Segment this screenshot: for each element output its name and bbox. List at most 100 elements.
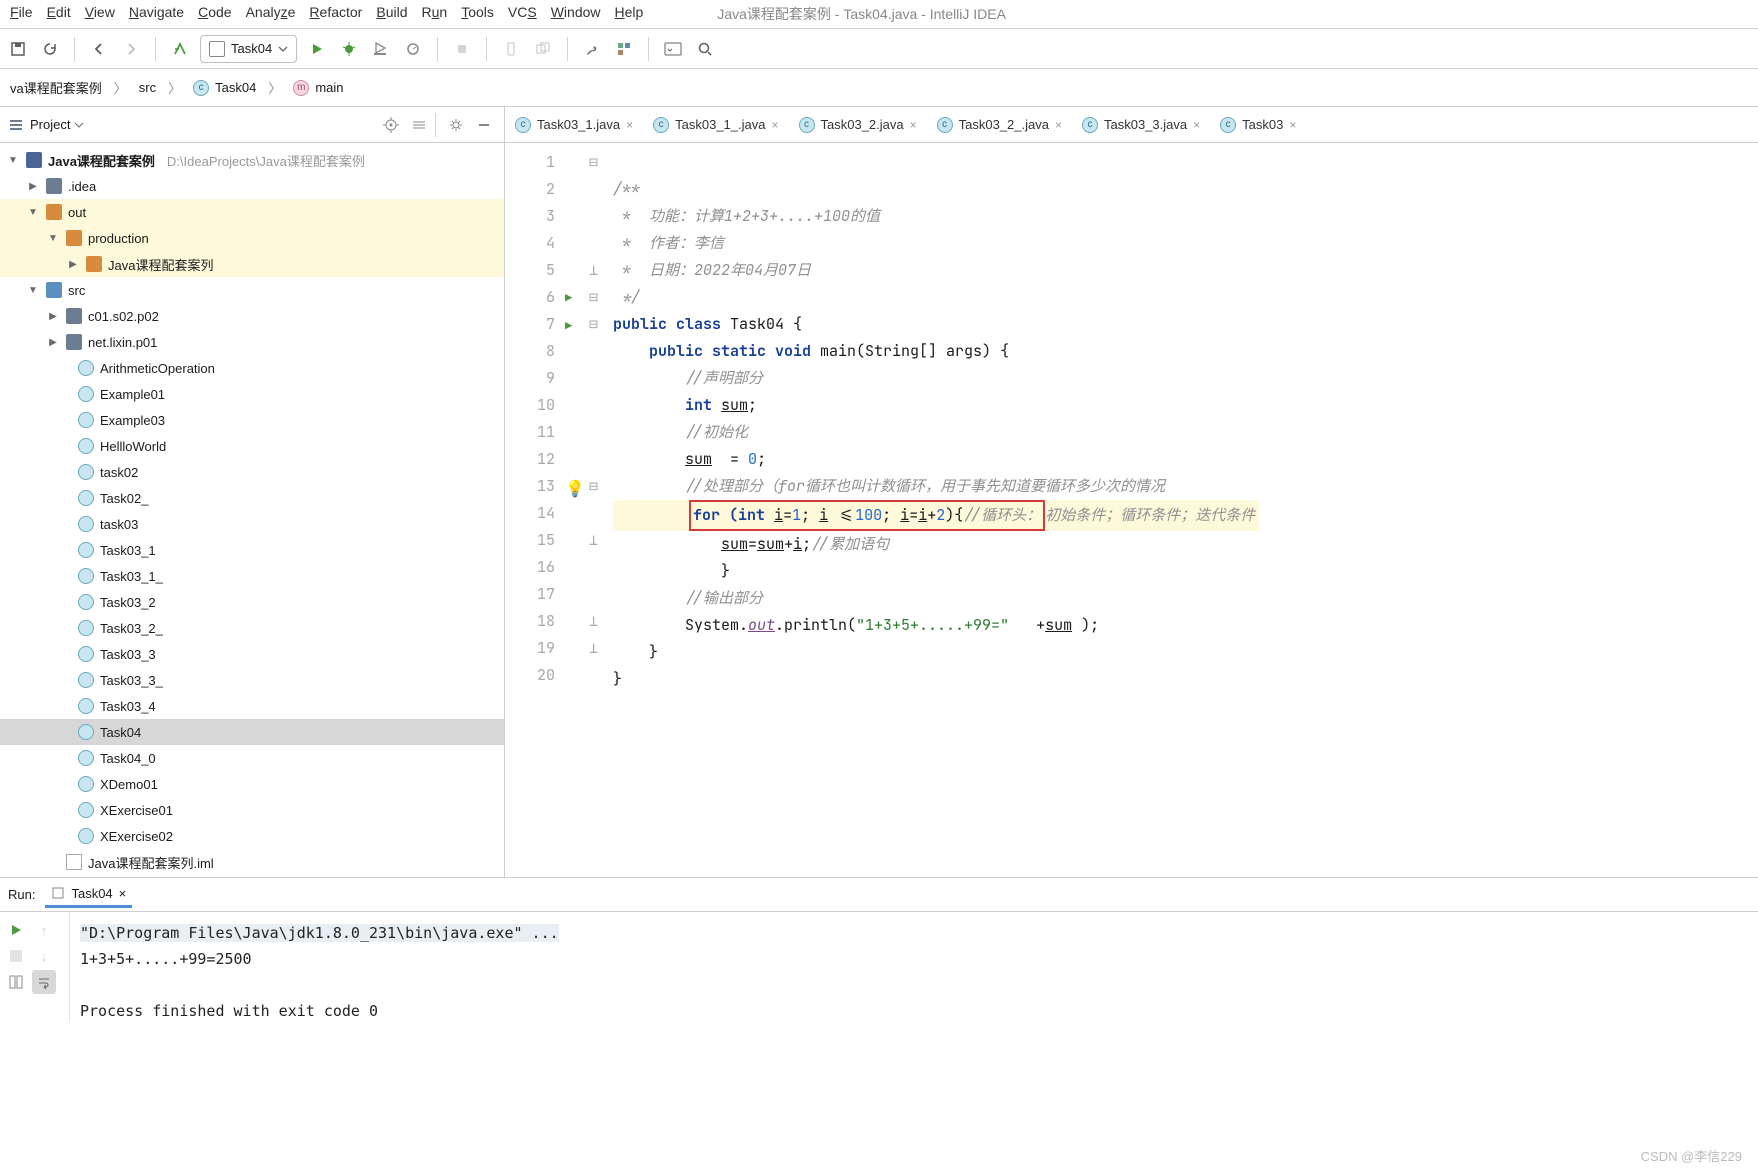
close-icon[interactable]: × xyxy=(1289,118,1296,132)
tree-folder-src[interactable]: ▼src xyxy=(0,277,504,303)
menu-navigate[interactable]: Navigate xyxy=(129,4,184,24)
menu-tools[interactable]: Tools xyxy=(461,4,494,24)
tree-file-task02[interactable]: task02 xyxy=(0,459,504,485)
tree-file-example03[interactable]: Example03 xyxy=(0,407,504,433)
minimize-icon[interactable] xyxy=(472,113,496,137)
run-config-select[interactable]: Task04 xyxy=(200,35,297,63)
close-icon[interactable]: × xyxy=(626,118,633,132)
editor-tab[interactable]: cTask03× xyxy=(1210,117,1306,133)
tree-folder-production[interactable]: ▼production xyxy=(0,225,504,251)
save-icon[interactable] xyxy=(6,37,30,61)
watermark: CSDN @李信229 xyxy=(1641,1146,1742,1165)
stop-icon[interactable] xyxy=(450,37,474,61)
run-gutter-icon[interactable]: ▶ xyxy=(565,290,572,306)
editor-tabs: cTask03_1.java×cTask03_1_.java×cTask03_2… xyxy=(505,107,1758,143)
up-icon[interactable]: ↑ xyxy=(32,918,56,942)
close-icon[interactable]: × xyxy=(119,886,127,901)
debug-icon[interactable] xyxy=(337,37,361,61)
device-icon[interactable] xyxy=(499,37,523,61)
tree-file-hellloworld[interactable]: HellloWorld xyxy=(0,433,504,459)
tree-root[interactable]: ▼Java课程配套案例D:\IdeaProjects\Java课程配套案例 xyxy=(0,147,504,173)
rerun-icon[interactable] xyxy=(4,918,28,942)
menu-help[interactable]: Help xyxy=(615,4,644,24)
tree-external[interactable]: ▶External Libraries xyxy=(0,875,504,877)
tree-folder-out[interactable]: ▼out xyxy=(0,199,504,225)
tree-file-task02_[interactable]: Task02_ xyxy=(0,485,504,511)
console-output[interactable]: "D:\Program Files\Java\jdk1.8.0_231\bin\… xyxy=(70,912,1758,1022)
bulb-icon[interactable]: 💡 xyxy=(565,478,585,499)
attach-icon[interactable] xyxy=(531,37,555,61)
tree-file-task03_3[interactable]: Task03_3 xyxy=(0,641,504,667)
crumb-root[interactable]: va课程配套案例 xyxy=(6,76,106,99)
menu-vcs[interactable]: VCS xyxy=(508,4,537,24)
locate-icon[interactable] xyxy=(379,113,403,137)
menu-view[interactable]: View xyxy=(85,4,115,24)
crumb-class[interactable]: cTask04 xyxy=(189,78,260,98)
editor-tab[interactable]: cTask03_2_.java× xyxy=(927,117,1072,133)
tree-folder-prodchild[interactable]: ▶Java课程配套案列 xyxy=(0,251,504,277)
tree-pkg-2[interactable]: ▶net.lixin.p01 xyxy=(0,329,504,355)
run-gutter-icon[interactable]: ▶ xyxy=(565,318,572,334)
chevron-down-icon[interactable] xyxy=(74,120,84,130)
project-label[interactable]: Project xyxy=(30,117,70,132)
menu-file[interactable]: File xyxy=(10,4,33,24)
tree-file-task03_2[interactable]: Task03_2 xyxy=(0,589,504,615)
tree-file-task03_2_[interactable]: Task03_2_ xyxy=(0,615,504,641)
run-tab[interactable]: Task04 × xyxy=(45,882,132,908)
crumb-src[interactable]: src xyxy=(135,78,160,97)
menu-edit[interactable]: Edit xyxy=(47,4,71,24)
tree-folder-idea[interactable]: ▶.idea xyxy=(0,173,504,199)
coverage-icon[interactable] xyxy=(369,37,393,61)
tree-iml[interactable]: Java课程配套案列.iml xyxy=(0,849,504,875)
menu-run[interactable]: Run xyxy=(422,4,448,24)
menu-code[interactable]: Code xyxy=(198,4,231,24)
tree-file-task04[interactable]: Task04 xyxy=(0,719,504,745)
close-icon[interactable]: × xyxy=(771,118,778,132)
editor-tab[interactable]: cTask03_2.java× xyxy=(789,117,927,133)
editor-tab[interactable]: cTask03_1.java× xyxy=(505,117,643,133)
wrap-icon[interactable] xyxy=(32,970,56,994)
code-area[interactable]: 1234567891011121314151617181920 ▶▶💡 ⊟⊥⊟⊟… xyxy=(505,143,1758,877)
menu-refactor[interactable]: Refactor xyxy=(309,4,362,24)
editor-tab[interactable]: cTask03_3.java× xyxy=(1072,117,1210,133)
tree-file-task03_1[interactable]: Task03_1 xyxy=(0,537,504,563)
tree-file-xexercise01[interactable]: XExercise01 xyxy=(0,797,504,823)
tree-file-task04_0[interactable]: Task04_0 xyxy=(0,745,504,771)
tree-file-xexercise02[interactable]: XExercise02 xyxy=(0,823,504,849)
stop-icon[interactable] xyxy=(4,944,28,968)
menu-build[interactable]: Build xyxy=(376,4,407,24)
run-anything-icon[interactable] xyxy=(661,37,685,61)
refresh-icon[interactable] xyxy=(38,37,62,61)
tree-file-task03_4[interactable]: Task03_4 xyxy=(0,693,504,719)
fold-column[interactable]: ⊟⊥⊟⊟⊟⊥⊥⊥ xyxy=(589,143,607,877)
source[interactable]: /** * 功能：计算1+2+3+....+100的值 * 作者：李信 * 日期… xyxy=(607,143,1259,877)
expand-all-icon[interactable] xyxy=(407,113,431,137)
tree-file-arithmeticoperation[interactable]: ArithmeticOperation xyxy=(0,355,504,381)
project-tree[interactable]: ▼Java课程配套案例D:\IdeaProjects\Java课程配套案例 ▶.… xyxy=(0,143,504,877)
tree-file-example01[interactable]: Example01 xyxy=(0,381,504,407)
back-icon[interactable] xyxy=(87,37,111,61)
crumb-method[interactable]: mmain xyxy=(289,78,347,98)
search-icon[interactable] xyxy=(693,37,717,61)
layout-icon[interactable] xyxy=(4,970,28,994)
down-icon[interactable]: ↓ xyxy=(32,944,56,968)
run-icon[interactable] xyxy=(305,37,329,61)
gutter-marks[interactable]: ▶ ▶ 💡 xyxy=(565,143,589,877)
structure-icon[interactable] xyxy=(612,37,636,61)
build-icon[interactable] xyxy=(168,37,192,61)
tree-pkg-1[interactable]: ▶c01.s02.p02 xyxy=(0,303,504,329)
tree-file-xdemo01[interactable]: XDemo01 xyxy=(0,771,504,797)
wrench-icon[interactable] xyxy=(580,37,604,61)
gear-icon[interactable] xyxy=(444,113,468,137)
close-icon[interactable]: × xyxy=(910,118,917,132)
profile-icon[interactable] xyxy=(401,37,425,61)
close-icon[interactable]: × xyxy=(1055,118,1062,132)
forward-icon[interactable] xyxy=(119,37,143,61)
editor-tab[interactable]: cTask03_1_.java× xyxy=(643,117,788,133)
menu-analyze[interactable]: Analyze xyxy=(246,4,296,24)
close-icon[interactable]: × xyxy=(1193,118,1200,132)
tree-file-task03_3_[interactable]: Task03_3_ xyxy=(0,667,504,693)
tree-file-task03[interactable]: task03 xyxy=(0,511,504,537)
menu-window[interactable]: Window xyxy=(551,4,601,24)
tree-file-task03_1_[interactable]: Task03_1_ xyxy=(0,563,504,589)
